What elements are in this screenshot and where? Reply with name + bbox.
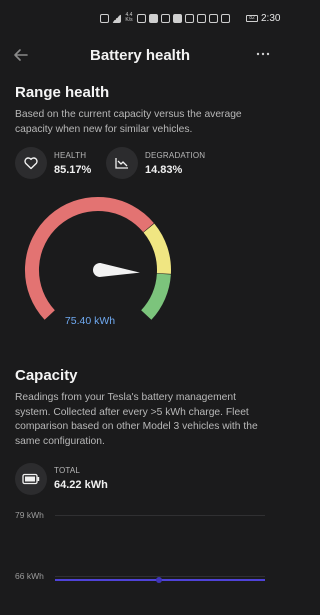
app-icon (197, 13, 206, 23)
status-bar: 4.4 K/s 82 2:30 (0, 0, 280, 38)
health-label: HEALTH (54, 151, 87, 160)
page-title: Battery health (89, 47, 191, 64)
degradation-label: DEGRADATION (145, 151, 206, 160)
vibrate-icon (221, 13, 230, 23)
gauge-value: 75.40 kWh (64, 315, 116, 327)
gauge-needle (92, 262, 140, 277)
nfc-icon (100, 13, 109, 23)
chart-gridline-high (55, 515, 265, 516)
health-icon-badge (15, 147, 47, 179)
battery-icon (22, 473, 40, 485)
status-time: 2:30 (261, 13, 281, 24)
network-rate: 4.4 K/s (125, 12, 133, 23)
battery-icon: 82 (246, 15, 258, 22)
range-health-description: Based on the current capacity versus the… (15, 109, 242, 135)
health-value: 85.17% (54, 164, 92, 176)
app-icon (185, 13, 194, 23)
app-icon (149, 13, 158, 23)
degradation-icon-badge (106, 147, 138, 179)
chart-y-label-low: 66 kWh (15, 571, 44, 581)
gauge-arc-yellow (143, 223, 171, 274)
top-app-bar: Battery health (0, 38, 280, 72)
status-icons: 4.4 K/s (100, 13, 230, 23)
more-icon (256, 52, 270, 56)
heart-icon (24, 157, 38, 170)
capacity-description: Readings from your Tesla's battery manag… (15, 392, 258, 447)
degradation-value: 14.83% (145, 164, 183, 176)
total-icon-badge (15, 463, 47, 495)
capacity-title: Capacity (15, 367, 78, 384)
gauge-arc-green (140, 273, 171, 320)
trend-down-icon (115, 158, 128, 169)
total-label: TOTAL (54, 466, 81, 475)
gauge-arc-red (25, 196, 154, 320)
notification-icon (137, 13, 146, 23)
total-value: 64.22 kWh (54, 479, 108, 491)
nfc-icon (209, 13, 218, 23)
range-health-title: Range health (15, 84, 110, 101)
signal-icon (112, 13, 121, 23)
app-icon (173, 13, 182, 23)
chart-y-label-high: 79 kWh (15, 510, 44, 520)
more-button[interactable] (253, 44, 273, 64)
mail-icon (161, 13, 170, 23)
capacity-data-point[interactable] (156, 577, 162, 583)
